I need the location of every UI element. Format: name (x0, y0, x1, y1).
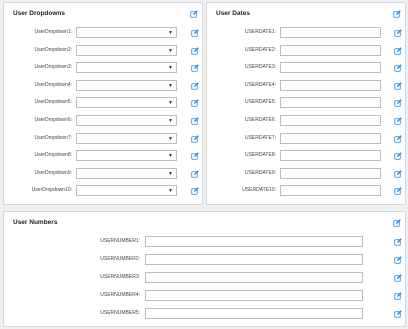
user-numbers-panel: User Numbers USERNUMBER1: USERNUMBER2: USE… (3, 211, 406, 327)
number-input[interactable] (145, 254, 363, 265)
edit-icon[interactable] (394, 187, 402, 196)
edit-icon[interactable] (394, 134, 402, 143)
caret-down-icon: ▼ (168, 118, 173, 124)
edit-icon[interactable] (394, 256, 402, 264)
panel-title: User Dates (216, 10, 250, 17)
dropdown-label: UserDropdown7: (34, 134, 72, 141)
dropdown-select[interactable]: ▼ (76, 79, 177, 91)
edit-icon[interactable] (394, 99, 402, 108)
edit-icon[interactable] (393, 10, 401, 18)
number-label: USERNUMBER3: (100, 274, 140, 280)
number-input[interactable] (145, 236, 363, 247)
edit-icon[interactable] (394, 310, 402, 318)
date-input[interactable] (280, 150, 381, 162)
edit-icon[interactable] (191, 152, 199, 160)
date-input[interactable] (280, 44, 381, 56)
user-dropdowns-panel: User Dropdowns UserDropdown1: ▼ UserDropdo… (3, 2, 203, 205)
edit-icon[interactable] (394, 117, 402, 125)
dropdown-select[interactable]: ▼ (76, 185, 177, 197)
dropdown-select[interactable]: ▼ (76, 115, 177, 126)
caret-down-icon: ▼ (168, 82, 173, 89)
edit-icon[interactable] (394, 238, 402, 246)
date-input[interactable] (280, 79, 381, 91)
dropdown-label: UserDropdown8: (34, 152, 72, 159)
dropdown-label: UserDropdown1: (34, 29, 72, 35)
dropdown-select[interactable]: ▼ (76, 132, 177, 144)
date-label: USERDATE2: (244, 46, 276, 53)
number-input[interactable] (145, 290, 363, 301)
date-label: USERDATE5: (244, 99, 276, 106)
caret-down-icon: ▼ (168, 153, 173, 160)
user-dates-panel: User Dates USERDATE1: USERDATE2: USERDATE3… (206, 2, 406, 205)
number-input[interactable] (145, 272, 363, 283)
dropdown-label: UserDropdown10: (31, 187, 72, 194)
caret-down-icon: ▼ (168, 188, 173, 195)
edit-icon[interactable] (191, 170, 199, 178)
date-input[interactable] (280, 132, 381, 144)
dropdown-select[interactable]: ▼ (76, 97, 177, 109)
caret-down-icon: ▼ (168, 30, 173, 36)
number-label: USERNUMBER1: (100, 238, 140, 244)
number-label: USERNUMBER2: (100, 256, 140, 262)
dropdown-label: UserDropdown6: (34, 117, 72, 123)
date-input[interactable] (280, 185, 381, 197)
number-label: USERNUMBER4: (100, 292, 140, 298)
date-label: USERDATE1: (244, 29, 276, 35)
date-input[interactable] (280, 115, 381, 126)
dropdown-select[interactable]: ▼ (76, 62, 177, 74)
edit-icon[interactable] (394, 292, 402, 300)
dropdown-label: UserDropdown3: (34, 64, 72, 71)
caret-down-icon: ▼ (168, 100, 173, 107)
date-label: USERDATE4: (244, 81, 276, 88)
caret-down-icon: ▼ (168, 65, 173, 72)
dropdown-select[interactable]: ▼ (76, 27, 177, 38)
date-input[interactable] (280, 62, 381, 74)
edit-icon[interactable] (394, 64, 402, 72)
edit-icon[interactable] (394, 29, 402, 37)
edit-icon[interactable] (394, 170, 402, 178)
edit-icon[interactable] (394, 46, 402, 55)
number-input[interactable] (145, 308, 363, 319)
date-input[interactable] (280, 97, 381, 109)
date-input[interactable] (280, 27, 381, 38)
date-label: USERDATE6: (244, 117, 276, 123)
edit-icon[interactable] (191, 99, 199, 108)
edit-icon[interactable] (191, 29, 199, 37)
dropdown-label: UserDropdown4: (34, 81, 72, 88)
dropdown-select[interactable]: ▼ (76, 167, 177, 179)
date-input[interactable] (280, 167, 381, 179)
edit-icon[interactable] (394, 152, 402, 160)
edit-icon[interactable] (393, 219, 401, 227)
number-label: USERNUMBER5: (100, 310, 140, 316)
dropdown-select[interactable]: ▼ (76, 150, 177, 162)
panel-title: User Numbers (13, 219, 58, 226)
edit-icon[interactable] (191, 187, 199, 196)
date-label: USERDATE9: (244, 169, 276, 176)
edit-icon[interactable] (191, 64, 199, 72)
edit-icon[interactable] (191, 134, 199, 143)
dropdown-select[interactable]: ▼ (76, 44, 177, 56)
date-label: USERDATE10: (242, 187, 276, 194)
caret-down-icon: ▼ (168, 47, 173, 54)
edit-icon[interactable] (191, 82, 199, 90)
caret-down-icon: ▼ (168, 170, 173, 177)
edit-icon[interactable] (190, 10, 198, 18)
edit-icon[interactable] (394, 274, 402, 282)
date-label: USERDATE3: (244, 64, 276, 71)
edit-icon[interactable] (191, 117, 199, 125)
dropdown-label: UserDropdown5: (34, 99, 72, 106)
dropdown-label: UserDropdown2: (34, 46, 72, 53)
caret-down-icon: ▼ (168, 135, 173, 142)
dropdown-label: UserDropdown9: (34, 169, 72, 176)
date-label: USERDATE8: (244, 152, 276, 159)
edit-icon[interactable] (394, 82, 402, 90)
date-label: USERDATE7: (244, 134, 276, 141)
panel-title: User Dropdowns (13, 10, 66, 17)
edit-icon[interactable] (191, 46, 199, 55)
